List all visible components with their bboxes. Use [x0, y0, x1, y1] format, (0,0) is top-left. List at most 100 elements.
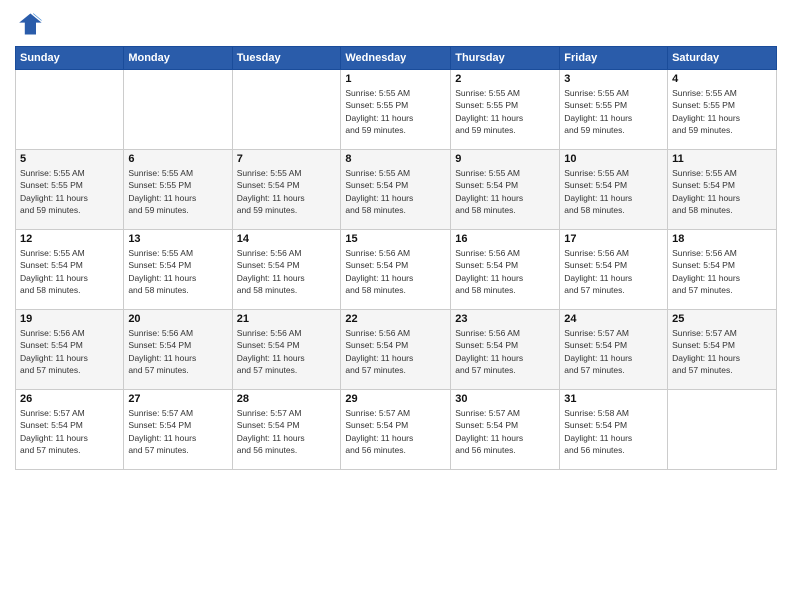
calendar-cell: 3 Sunrise: 5:55 AM Sunset: 5:55 PM Daylig… [560, 70, 668, 150]
day-info: Sunrise: 5:55 AM Sunset: 5:54 PM Dayligh… [455, 167, 555, 216]
calendar-cell: 7 Sunrise: 5:55 AM Sunset: 5:54 PM Daylig… [232, 150, 341, 230]
day-info: Sunrise: 5:56 AM Sunset: 5:54 PM Dayligh… [455, 247, 555, 296]
day-info: Sunrise: 5:55 AM Sunset: 5:55 PM Dayligh… [672, 87, 772, 136]
calendar-cell: 10 Sunrise: 5:55 AM Sunset: 5:54 PM Dayli… [560, 150, 668, 230]
calendar-cell: 6Sunrise: 5:55 AM Sunset: 5:55 PM Daylig… [124, 150, 232, 230]
calendar-cell: 14 Sunrise: 5:56 AM Sunset: 5:54 PM Dayli… [232, 230, 341, 310]
weekday-header: Thursday [451, 47, 560, 70]
calendar-cell: 30 Sunrise: 5:57 AM Sunset: 5:54 PM Dayli… [451, 390, 560, 470]
day-info: Sunrise: 5:55 AM Sunset: 5:54 PM Dayligh… [20, 247, 119, 296]
weekday-header: Monday [124, 47, 232, 70]
calendar-week: 26 Sunrise: 5:57 AM Sunset: 5:54 PM Dayli… [16, 390, 777, 470]
calendar-cell: 17 Sunrise: 5:56 AM Sunset: 5:54 PM Dayli… [560, 230, 668, 310]
calendar-cell: 2 Sunrise: 5:55 AM Sunset: 5:55 PM Daylig… [451, 70, 560, 150]
day-number: 25 [672, 313, 772, 325]
calendar-week: 19 Sunrise: 5:56 AM Sunset: 5:54 PM Dayli… [16, 310, 777, 390]
day-info: Sunrise: 5:56 AM Sunset: 5:54 PM Dayligh… [128, 327, 227, 376]
calendar-cell: 19Sunrise: 5:56 AM Sunset: 5:54 PM Dayli… [16, 310, 124, 390]
calendar-cell: 8Sunrise: 5:55 AM Sunset: 5:54 PM Daylig… [341, 150, 451, 230]
day-number: 7 [237, 153, 337, 165]
header [15, 10, 777, 38]
day-info: Sunrise: 5:55 AM Sunset: 5:54 PM Dayligh… [564, 167, 663, 216]
day-info: Sunrise: 5:56 AM Sunset: 5:54 PM Dayligh… [672, 247, 772, 296]
day-info: Sunrise: 5:56 AM Sunset: 5:54 PM Dayligh… [564, 247, 663, 296]
day-number: 30 [455, 393, 555, 405]
day-number: 21 [237, 313, 337, 325]
day-number: 17 [564, 233, 663, 245]
day-info: Sunrise: 5:55 AM Sunset: 5:55 PM Dayligh… [345, 87, 446, 136]
calendar-cell: 21 Sunrise: 5:56 AM Sunset: 5:54 PM Dayli… [232, 310, 341, 390]
day-info: Sunrise: 5:55 AM Sunset: 5:55 PM Dayligh… [455, 87, 555, 136]
day-info: Sunrise: 5:55 AM Sunset: 5:55 PM Dayligh… [20, 167, 119, 216]
page: SundayMondayTuesdayWednesdayThursdayFrid… [0, 0, 792, 612]
day-number: 4 [672, 73, 772, 85]
day-number: 20 [128, 313, 227, 325]
calendar-cell [16, 70, 124, 150]
day-number: 23 [455, 313, 555, 325]
calendar-cell: 29 Sunrise: 5:57 AM Sunset: 5:54 PM Dayli… [341, 390, 451, 470]
calendar-cell: 16 Sunrise: 5:56 AM Sunset: 5:54 PM Dayli… [451, 230, 560, 310]
weekday-header: Sunday [16, 47, 124, 70]
day-number: 5 [20, 153, 119, 165]
calendar-week: 12 Sunrise: 5:55 AM Sunset: 5:54 PM Dayli… [16, 230, 777, 310]
calendar-cell: 22Sunrise: 5:56 AM Sunset: 5:54 PM Dayli… [341, 310, 451, 390]
day-info: Sunrise: 5:56 AM Sunset: 5:54 PM Dayligh… [237, 327, 337, 376]
day-info: Sunrise: 5:56 AM Sunset: 5:54 PM Dayligh… [345, 327, 446, 376]
calendar-cell: 9 Sunrise: 5:55 AM Sunset: 5:54 PM Daylig… [451, 150, 560, 230]
calendar-cell: 20 Sunrise: 5:56 AM Sunset: 5:54 PM Dayli… [124, 310, 232, 390]
calendar-week: 1 Sunrise: 5:55 AM Sunset: 5:55 PM Daylig… [16, 70, 777, 150]
day-info: Sunrise: 5:55 AM Sunset: 5:55 PM Dayligh… [564, 87, 663, 136]
day-info: Sunrise: 5:57 AM Sunset: 5:54 PM Dayligh… [237, 407, 337, 456]
calendar-cell: 12 Sunrise: 5:55 AM Sunset: 5:54 PM Dayli… [16, 230, 124, 310]
day-info: Sunrise: 5:56 AM Sunset: 5:54 PM Dayligh… [455, 327, 555, 376]
calendar-cell [232, 70, 341, 150]
day-info: Sunrise: 5:58 AM Sunset: 5:54 PM Dayligh… [564, 407, 663, 456]
day-number: 13 [128, 233, 227, 245]
day-info: Sunrise: 5:55 AM Sunset: 5:54 PM Dayligh… [128, 247, 227, 296]
day-number: 3 [564, 73, 663, 85]
calendar-cell: 4 Sunrise: 5:55 AM Sunset: 5:55 PM Daylig… [668, 70, 777, 150]
day-number: 19 [20, 313, 119, 325]
day-number: 16 [455, 233, 555, 245]
day-info: Sunrise: 5:55 AM Sunset: 5:54 PM Dayligh… [345, 167, 446, 216]
day-info: Sunrise: 5:56 AM Sunset: 5:54 PM Dayligh… [237, 247, 337, 296]
day-number: 18 [672, 233, 772, 245]
day-info: Sunrise: 5:55 AM Sunset: 5:54 PM Dayligh… [237, 167, 337, 216]
calendar-cell: 25 Sunrise: 5:57 AM Sunset: 5:54 PM Dayli… [668, 310, 777, 390]
day-info: Sunrise: 5:57 AM Sunset: 5:54 PM Dayligh… [345, 407, 446, 456]
day-number: 14 [237, 233, 337, 245]
logo-icon [15, 10, 43, 38]
day-number: 1 [345, 73, 446, 85]
day-number: 29 [345, 393, 446, 405]
day-info: Sunrise: 5:55 AM Sunset: 5:55 PM Dayligh… [128, 167, 227, 216]
day-info: Sunrise: 5:57 AM Sunset: 5:54 PM Dayligh… [564, 327, 663, 376]
calendar-cell: 24Sunrise: 5:57 AM Sunset: 5:54 PM Dayli… [560, 310, 668, 390]
day-number: 2 [455, 73, 555, 85]
day-number: 26 [20, 393, 119, 405]
day-info: Sunrise: 5:55 AM Sunset: 5:54 PM Dayligh… [672, 167, 772, 216]
weekday-header: Saturday [668, 47, 777, 70]
calendar-cell: 5 Sunrise: 5:55 AM Sunset: 5:55 PM Daylig… [16, 150, 124, 230]
day-info: Sunrise: 5:57 AM Sunset: 5:54 PM Dayligh… [455, 407, 555, 456]
day-number: 12 [20, 233, 119, 245]
calendar-cell: 26 Sunrise: 5:57 AM Sunset: 5:54 PM Dayli… [16, 390, 124, 470]
day-info: Sunrise: 5:57 AM Sunset: 5:54 PM Dayligh… [20, 407, 119, 456]
weekday-header: Friday [560, 47, 668, 70]
day-number: 31 [564, 393, 663, 405]
calendar-week: 5 Sunrise: 5:55 AM Sunset: 5:55 PM Daylig… [16, 150, 777, 230]
calendar-cell: 27Sunrise: 5:57 AM Sunset: 5:54 PM Dayli… [124, 390, 232, 470]
calendar-cell: 18 Sunrise: 5:56 AM Sunset: 5:54 PM Dayli… [668, 230, 777, 310]
day-info: Sunrise: 5:57 AM Sunset: 5:54 PM Dayligh… [672, 327, 772, 376]
calendar-cell: 15Sunrise: 5:56 AM Sunset: 5:54 PM Dayli… [341, 230, 451, 310]
calendar-cell: 11Sunrise: 5:55 AM Sunset: 5:54 PM Dayli… [668, 150, 777, 230]
day-number: 27 [128, 393, 227, 405]
calendar-cell: 28Sunrise: 5:57 AM Sunset: 5:54 PM Dayli… [232, 390, 341, 470]
calendar-cell: 1 Sunrise: 5:55 AM Sunset: 5:55 PM Daylig… [341, 70, 451, 150]
day-number: 9 [455, 153, 555, 165]
calendar-cell: 23 Sunrise: 5:56 AM Sunset: 5:54 PM Dayli… [451, 310, 560, 390]
weekday-header: Wednesday [341, 47, 451, 70]
logo [15, 10, 47, 38]
day-number: 10 [564, 153, 663, 165]
calendar-cell [668, 390, 777, 470]
calendar-cell [124, 70, 232, 150]
